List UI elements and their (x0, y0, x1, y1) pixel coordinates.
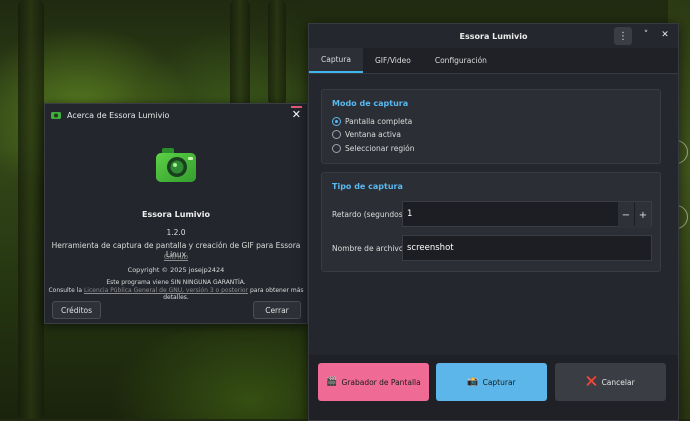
clapper-icon: 🎬 (326, 377, 338, 387)
decrement-button[interactable]: − (618, 202, 634, 228)
minimize-icon[interactable]: ˅ (640, 29, 652, 41)
cross-icon: ❌ (586, 377, 598, 387)
app-version: 1.2.0 (166, 228, 186, 237)
about-title: Acerca de Essora Lumivio (67, 110, 170, 120)
capture-type-title: Tipo de captura (332, 182, 403, 191)
radio-label: Pantalla completa (345, 117, 413, 126)
button-label: Grabador de Pantalla (341, 377, 421, 387)
main-window: Essora Lumivio ⋮ ˅ ✕ Captura GIF/Video C… (308, 23, 679, 421)
camera-icon: 📸 (467, 377, 479, 387)
button-label: Capturar (482, 377, 516, 387)
tab-captura[interactable]: Captura (309, 48, 363, 73)
radio-selected-icon (332, 117, 341, 126)
delay-spinbox[interactable]: 1 − + (402, 201, 652, 228)
delay-label: Retardo (segundos) (332, 210, 406, 219)
menu-icon[interactable]: ⋮ (614, 27, 632, 45)
radio-unselected-icon (332, 130, 341, 139)
capture-mode-group: Modo de captura Pantalla completa Ventan… (321, 89, 661, 164)
radio-label: Seleccionar región (345, 144, 415, 153)
main-titlebar[interactable]: Essora Lumivio ⋮ ˅ ✕ (309, 24, 678, 48)
wallpaper-tree (18, 0, 44, 419)
capture-mode-title: Modo de captura (332, 99, 409, 108)
tab-bar: Captura GIF/Video Configuración (309, 48, 678, 74)
tab-configuracion[interactable]: Configuración (423, 48, 499, 73)
button-label: Cancelar (601, 377, 635, 387)
radio-label: Ventana activa (345, 130, 401, 139)
about-dialog: Acerca de Essora Lumivio ✕ Essora Lumivi… (44, 103, 308, 324)
warranty-text: Este programa viene SIN NINGUNA GARANTÍA… (106, 279, 246, 286)
about-titlebar[interactable]: Acerca de Essora Lumivio ✕ (45, 104, 307, 126)
license-text: Consulte la Licencia Pública General de … (45, 287, 307, 301)
action-bar: 🎬 Grabador de Pantalla 📸 Capturar ❌ Canc… (309, 355, 678, 420)
delay-value: 1 (407, 209, 413, 219)
radio-ventana-activa[interactable]: Ventana activa (332, 130, 401, 139)
wallpaper-tree (230, 0, 250, 110)
copyright: Copyright © 2025 josejp2424 (127, 266, 225, 274)
github-link[interactable]: GitHub (45, 253, 307, 261)
filename-field[interactable]: screenshot (402, 235, 652, 261)
window-title: Essora Lumivio (459, 31, 528, 41)
close-icon[interactable]: ✕ (659, 29, 671, 41)
wallpaper-tree (268, 0, 286, 105)
license-link[interactable]: Licencia Pública General de GNU, versión… (84, 287, 248, 294)
license-prefix: Consulte la (48, 287, 83, 294)
radio-unselected-icon (332, 144, 341, 153)
camera-icon (156, 148, 196, 182)
capture-button[interactable]: 📸 Capturar (436, 363, 547, 401)
close-icon[interactable]: ✕ (290, 106, 303, 120)
app-icon (51, 112, 61, 119)
filename-value: screenshot (407, 243, 454, 253)
cancel-button[interactable]: ❌ Cancelar (555, 363, 666, 401)
radio-seleccionar-region[interactable]: Seleccionar región (332, 144, 415, 153)
app-name: Essora Lumivio (142, 210, 210, 219)
close-button[interactable]: Cerrar (253, 301, 301, 319)
capture-type-group: Tipo de captura Retardo (segundos) 1 − +… (321, 172, 661, 272)
radio-pantalla-completa[interactable]: Pantalla completa (332, 117, 412, 126)
screen-recorder-button[interactable]: 🎬 Grabador de Pantalla (318, 363, 429, 401)
filename-label: Nombre de archivo (332, 244, 404, 253)
tab-gif-video[interactable]: GIF/Video (363, 48, 423, 73)
increment-button[interactable]: + (635, 202, 651, 228)
credits-button[interactable]: Créditos (52, 301, 101, 319)
